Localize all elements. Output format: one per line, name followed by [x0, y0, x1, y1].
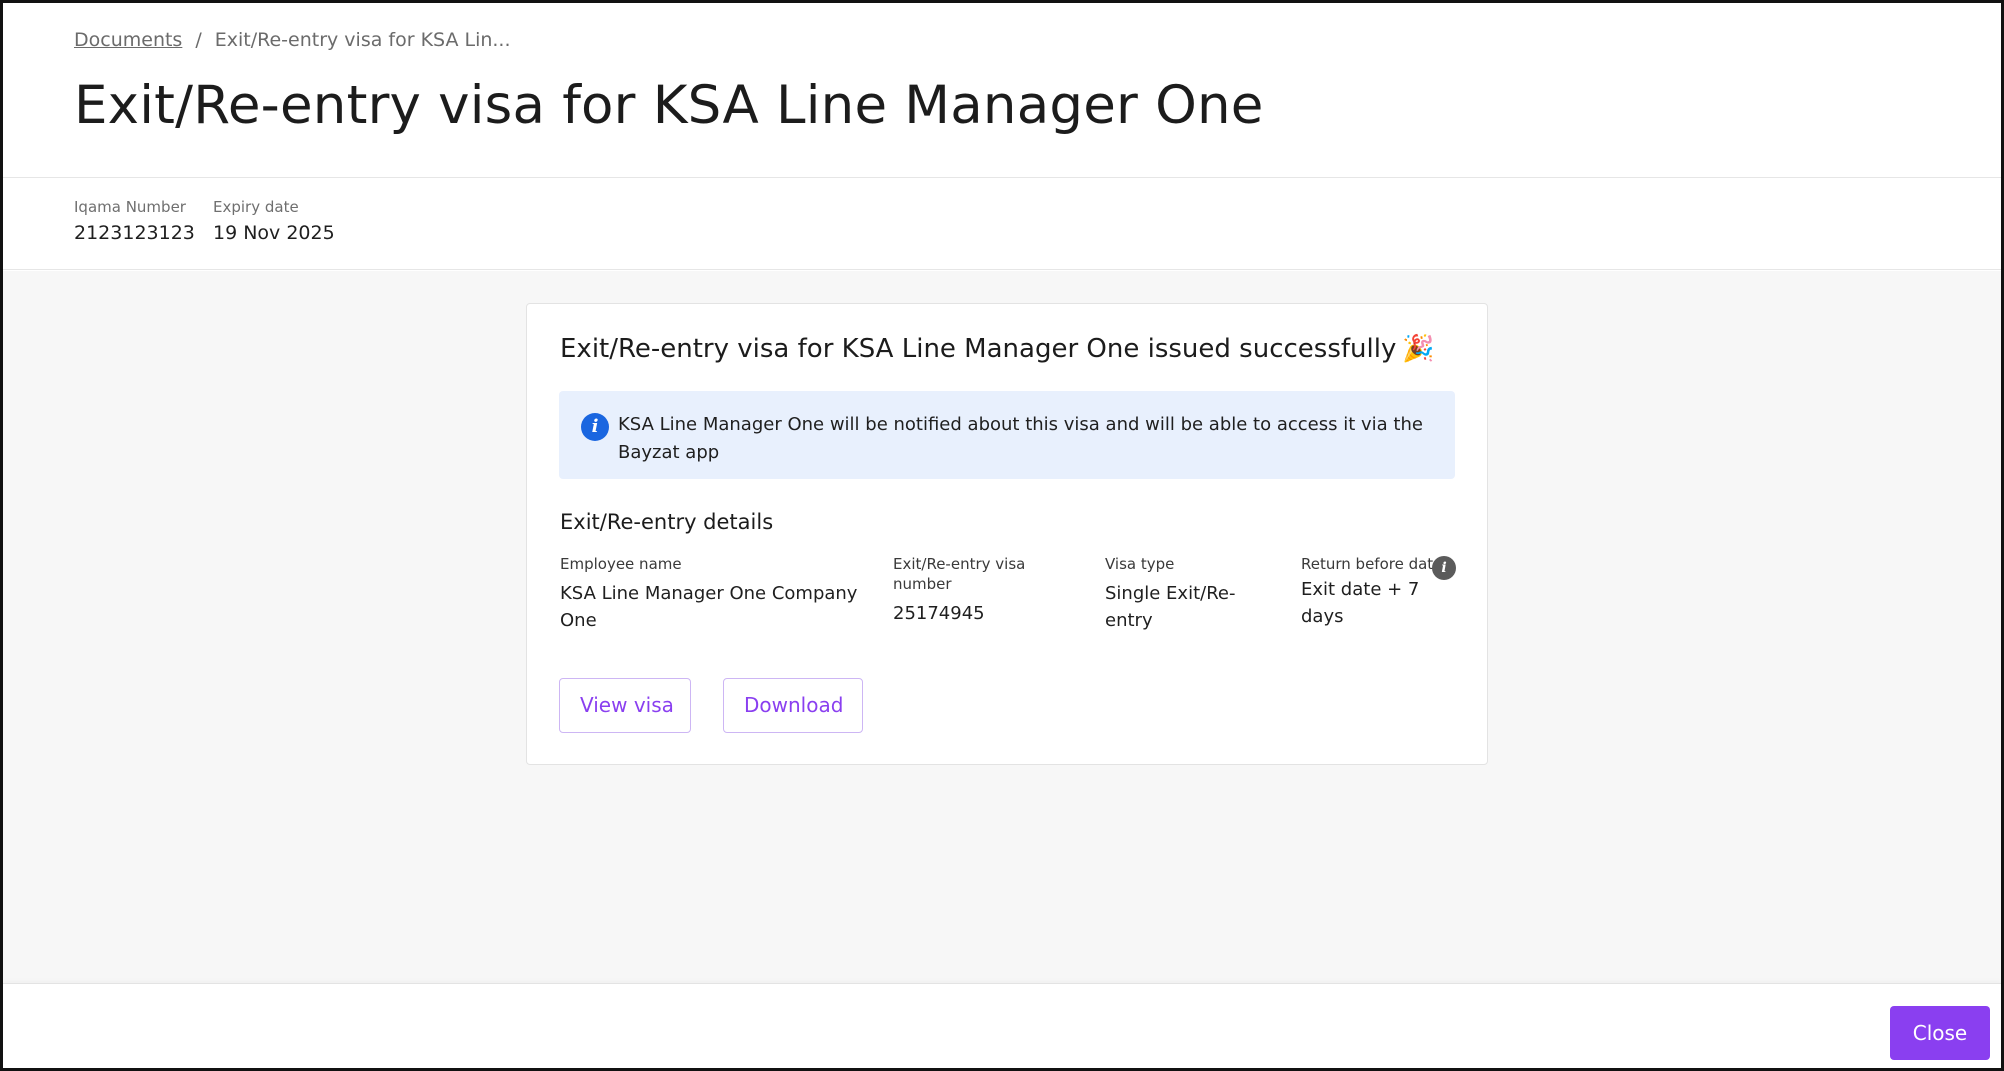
iqama-number-field: Iqama Number 2123123123	[74, 198, 195, 244]
visa-type-value: Single Exit/Re-entry	[1105, 583, 1236, 631]
visa-number-label: Exit/Re-entry visa number	[893, 555, 1026, 593]
document-meta: Iqama Number 2123123123 Expiry date 19 N…	[3, 178, 2001, 270]
card-title: Exit/Re-entry visa for KSA Line Manager …	[560, 334, 1435, 364]
return-before-date-value: Exit date + 7 days	[1301, 579, 1420, 627]
close-button[interactable]: Close	[1890, 1006, 1990, 1060]
expiry-date-label: Expiry date	[213, 198, 299, 216]
visa-type-label: Visa type	[1105, 555, 1175, 573]
breadcrumb-current: Exit/Re-entry visa for KSA Lin...	[214, 29, 511, 51]
expiry-date-value: 19 Nov 2025	[213, 222, 335, 244]
iqama-number-value: 2123123123	[74, 222, 195, 244]
employee-name-field: Employee name KSA Line Manager One Compa…	[560, 554, 860, 634]
info-icon: i	[581, 413, 609, 441]
details-section-title: Exit/Re-entry details	[560, 510, 774, 534]
page-title: Exit/Re-entry visa for KSA Line Manager …	[74, 75, 1264, 136]
party-popper-icon: 🎉	[1402, 334, 1435, 364]
view-visa-button[interactable]: View visa	[559, 678, 691, 733]
breadcrumb-documents-link[interactable]: Documents	[74, 29, 182, 51]
content-area: Exit/Re-entry visa for KSA Line Manager …	[3, 271, 2001, 983]
employee-name-label: Employee name	[560, 555, 682, 573]
breadcrumb: Documents / Exit/Re-entry visa for KSA L…	[74, 29, 511, 51]
expiry-date-field: Expiry date 19 Nov 2025	[213, 198, 335, 244]
visa-type-field: Visa type Single Exit/Re-entry	[1105, 554, 1275, 634]
info-banner-text: KSA Line Manager One will be notified ab…	[618, 414, 1423, 463]
employee-name-value: KSA Line Manager One Company One	[560, 583, 858, 631]
return-date-info-icon[interactable]: i	[1432, 556, 1456, 580]
visa-issued-card: Exit/Re-entry visa for KSA Line Manager …	[526, 303, 1488, 765]
info-banner: i KSA Line Manager One will be notified …	[559, 391, 1455, 479]
page-header: Documents / Exit/Re-entry visa for KSA L…	[3, 3, 2001, 178]
iqama-number-label: Iqama Number	[74, 198, 186, 216]
app-window: Documents / Exit/Re-entry visa for KSA L…	[0, 0, 2004, 1071]
download-button[interactable]: Download	[723, 678, 863, 733]
visa-number-value: 25174945	[893, 603, 985, 624]
breadcrumb-separator: /	[195, 29, 202, 51]
visa-number-field: Exit/Re-entry visa number 25174945	[893, 554, 1053, 627]
card-title-text: Exit/Re-entry visa for KSA Line Manager …	[560, 334, 1397, 364]
footer-bar: Close	[3, 983, 2001, 1068]
